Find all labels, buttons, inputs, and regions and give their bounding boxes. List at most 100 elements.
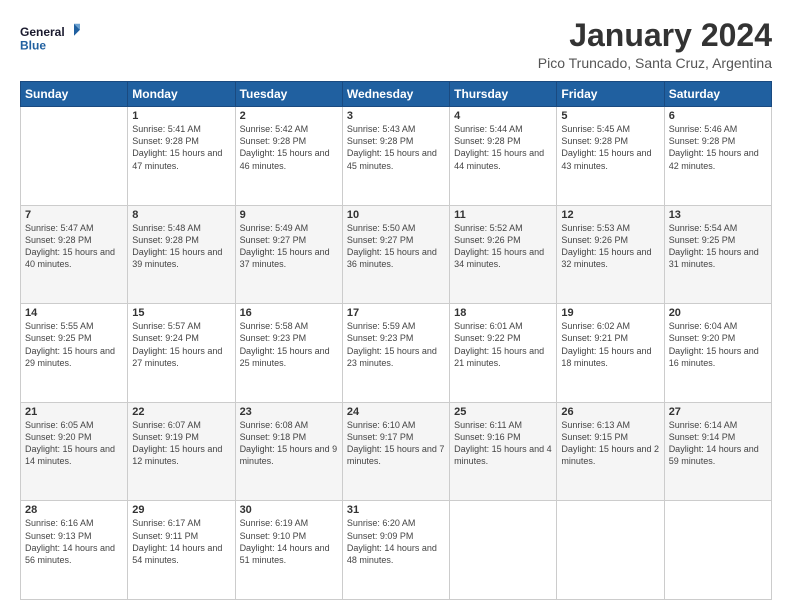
day-cell: 16Sunrise: 5:58 AM Sunset: 9:23 PM Dayli… (235, 304, 342, 403)
day-info: Sunrise: 5:41 AM Sunset: 9:28 PM Dayligh… (132, 123, 230, 172)
day-cell: 28Sunrise: 6:16 AM Sunset: 9:13 PM Dayli… (21, 501, 128, 600)
day-number: 31 (347, 504, 445, 516)
day-number: 12 (561, 209, 659, 221)
day-cell: 26Sunrise: 6:13 AM Sunset: 9:15 PM Dayli… (557, 402, 664, 501)
day-cell: 17Sunrise: 5:59 AM Sunset: 9:23 PM Dayli… (342, 304, 449, 403)
day-cell: 30Sunrise: 6:19 AM Sunset: 9:10 PM Dayli… (235, 501, 342, 600)
day-number: 3 (347, 110, 445, 122)
day-cell: 1Sunrise: 5:41 AM Sunset: 9:28 PM Daylig… (128, 107, 235, 206)
day-number: 21 (25, 406, 123, 418)
day-cell: 24Sunrise: 6:10 AM Sunset: 9:17 PM Dayli… (342, 402, 449, 501)
day-info: Sunrise: 5:45 AM Sunset: 9:28 PM Dayligh… (561, 123, 659, 172)
day-info: Sunrise: 6:13 AM Sunset: 9:15 PM Dayligh… (561, 419, 659, 468)
day-cell: 31Sunrise: 6:20 AM Sunset: 9:09 PM Dayli… (342, 501, 449, 600)
day-info: Sunrise: 6:10 AM Sunset: 9:17 PM Dayligh… (347, 419, 445, 468)
day-info: Sunrise: 5:46 AM Sunset: 9:28 PM Dayligh… (669, 123, 767, 172)
day-cell: 11Sunrise: 5:52 AM Sunset: 9:26 PM Dayli… (450, 205, 557, 304)
header-friday: Friday (557, 82, 664, 107)
day-cell: 20Sunrise: 6:04 AM Sunset: 9:20 PM Dayli… (664, 304, 771, 403)
day-info: Sunrise: 5:54 AM Sunset: 9:25 PM Dayligh… (669, 222, 767, 271)
day-cell: 23Sunrise: 6:08 AM Sunset: 9:18 PM Dayli… (235, 402, 342, 501)
day-cell: 22Sunrise: 6:07 AM Sunset: 9:19 PM Dayli… (128, 402, 235, 501)
day-number: 27 (669, 406, 767, 418)
day-info: Sunrise: 5:52 AM Sunset: 9:26 PM Dayligh… (454, 222, 552, 271)
day-info: Sunrise: 6:05 AM Sunset: 9:20 PM Dayligh… (25, 419, 123, 468)
week-row-0: 1Sunrise: 5:41 AM Sunset: 9:28 PM Daylig… (21, 107, 772, 206)
day-info: Sunrise: 5:59 AM Sunset: 9:23 PM Dayligh… (347, 320, 445, 369)
week-row-3: 21Sunrise: 6:05 AM Sunset: 9:20 PM Dayli… (21, 402, 772, 501)
day-cell: 13Sunrise: 5:54 AM Sunset: 9:25 PM Dayli… (664, 205, 771, 304)
day-number: 8 (132, 209, 230, 221)
header-row: SundayMondayTuesdayWednesdayThursdayFrid… (21, 82, 772, 107)
day-cell (557, 501, 664, 600)
day-number: 5 (561, 110, 659, 122)
day-info: Sunrise: 5:53 AM Sunset: 9:26 PM Dayligh… (561, 222, 659, 271)
header-sunday: Sunday (21, 82, 128, 107)
day-cell: 8Sunrise: 5:48 AM Sunset: 9:28 PM Daylig… (128, 205, 235, 304)
day-info: Sunrise: 6:01 AM Sunset: 9:22 PM Dayligh… (454, 320, 552, 369)
day-cell: 27Sunrise: 6:14 AM Sunset: 9:14 PM Dayli… (664, 402, 771, 501)
day-cell: 3Sunrise: 5:43 AM Sunset: 9:28 PM Daylig… (342, 107, 449, 206)
day-cell: 5Sunrise: 5:45 AM Sunset: 9:28 PM Daylig… (557, 107, 664, 206)
day-number: 18 (454, 307, 552, 319)
day-number: 7 (25, 209, 123, 221)
day-cell: 7Sunrise: 5:47 AM Sunset: 9:28 PM Daylig… (21, 205, 128, 304)
day-cell (450, 501, 557, 600)
week-row-4: 28Sunrise: 6:16 AM Sunset: 9:13 PM Dayli… (21, 501, 772, 600)
day-info: Sunrise: 6:04 AM Sunset: 9:20 PM Dayligh… (669, 320, 767, 369)
day-cell: 18Sunrise: 6:01 AM Sunset: 9:22 PM Dayli… (450, 304, 557, 403)
day-number: 11 (454, 209, 552, 221)
day-cell: 14Sunrise: 5:55 AM Sunset: 9:25 PM Dayli… (21, 304, 128, 403)
day-info: Sunrise: 6:20 AM Sunset: 9:09 PM Dayligh… (347, 517, 445, 566)
day-cell: 15Sunrise: 5:57 AM Sunset: 9:24 PM Dayli… (128, 304, 235, 403)
day-info: Sunrise: 6:11 AM Sunset: 9:16 PM Dayligh… (454, 419, 552, 468)
calendar-subtitle: Pico Truncado, Santa Cruz, Argentina (538, 55, 772, 71)
day-number: 15 (132, 307, 230, 319)
header: General Blue January 2024 Pico Truncado,… (20, 18, 772, 71)
day-number: 13 (669, 209, 767, 221)
svg-text:Blue: Blue (20, 38, 46, 52)
day-cell: 10Sunrise: 5:50 AM Sunset: 9:27 PM Dayli… (342, 205, 449, 304)
day-info: Sunrise: 6:16 AM Sunset: 9:13 PM Dayligh… (25, 517, 123, 566)
day-info: Sunrise: 6:08 AM Sunset: 9:18 PM Dayligh… (240, 419, 338, 468)
title-section: January 2024 Pico Truncado, Santa Cruz, … (538, 18, 772, 71)
day-number: 25 (454, 406, 552, 418)
day-cell: 6Sunrise: 5:46 AM Sunset: 9:28 PM Daylig… (664, 107, 771, 206)
day-info: Sunrise: 5:47 AM Sunset: 9:28 PM Dayligh… (25, 222, 123, 271)
day-number: 24 (347, 406, 445, 418)
day-cell: 29Sunrise: 6:17 AM Sunset: 9:11 PM Dayli… (128, 501, 235, 600)
day-info: Sunrise: 5:55 AM Sunset: 9:25 PM Dayligh… (25, 320, 123, 369)
day-info: Sunrise: 6:07 AM Sunset: 9:19 PM Dayligh… (132, 419, 230, 468)
day-number: 6 (669, 110, 767, 122)
day-cell (21, 107, 128, 206)
day-number: 16 (240, 307, 338, 319)
day-number: 1 (132, 110, 230, 122)
day-info: Sunrise: 5:42 AM Sunset: 9:28 PM Dayligh… (240, 123, 338, 172)
day-number: 2 (240, 110, 338, 122)
logo-svg: General Blue (20, 18, 80, 58)
day-info: Sunrise: 6:14 AM Sunset: 9:14 PM Dayligh… (669, 419, 767, 468)
day-info: Sunrise: 6:17 AM Sunset: 9:11 PM Dayligh… (132, 517, 230, 566)
day-info: Sunrise: 5:50 AM Sunset: 9:27 PM Dayligh… (347, 222, 445, 271)
week-row-2: 14Sunrise: 5:55 AM Sunset: 9:25 PM Dayli… (21, 304, 772, 403)
day-info: Sunrise: 6:19 AM Sunset: 9:10 PM Dayligh… (240, 517, 338, 566)
day-number: 22 (132, 406, 230, 418)
day-number: 28 (25, 504, 123, 516)
day-number: 23 (240, 406, 338, 418)
calendar-title: January 2024 (538, 18, 772, 53)
day-number: 20 (669, 307, 767, 319)
header-wednesday: Wednesday (342, 82, 449, 107)
day-number: 14 (25, 307, 123, 319)
day-number: 29 (132, 504, 230, 516)
day-info: Sunrise: 5:48 AM Sunset: 9:28 PM Dayligh… (132, 222, 230, 271)
day-number: 10 (347, 209, 445, 221)
day-cell (664, 501, 771, 600)
calendar-table: SundayMondayTuesdayWednesdayThursdayFrid… (20, 81, 772, 600)
calendar-body: 1Sunrise: 5:41 AM Sunset: 9:28 PM Daylig… (21, 107, 772, 600)
day-number: 30 (240, 504, 338, 516)
header-saturday: Saturday (664, 82, 771, 107)
header-thursday: Thursday (450, 82, 557, 107)
day-number: 17 (347, 307, 445, 319)
week-row-1: 7Sunrise: 5:47 AM Sunset: 9:28 PM Daylig… (21, 205, 772, 304)
day-cell: 2Sunrise: 5:42 AM Sunset: 9:28 PM Daylig… (235, 107, 342, 206)
